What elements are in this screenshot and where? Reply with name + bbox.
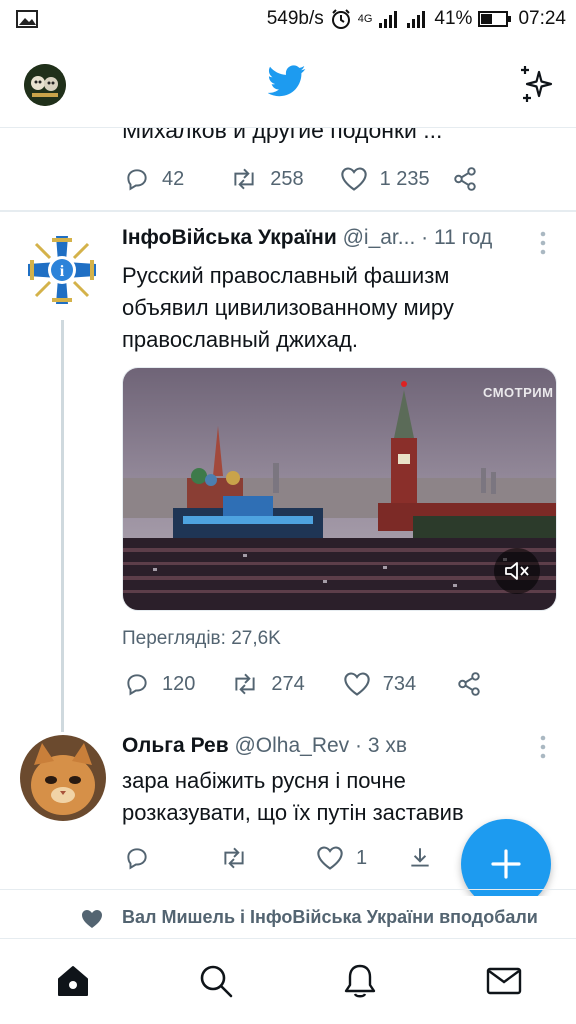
like-count: 734	[382, 672, 417, 695]
separator-dot: ·	[355, 734, 363, 757]
reply-count: 120	[162, 672, 196, 695]
retweet-icon	[224, 847, 244, 869]
retweet-count: 258	[270, 167, 304, 190]
sparkle-icon[interactable]	[517, 64, 557, 104]
tweet1-actions: 120 274 734	[124, 671, 482, 697]
tweet1-handle[interactable]: @i_ar...	[343, 226, 416, 249]
reply-icon	[127, 169, 147, 191]
tweet1-text-line-3[interactable]: православный джихад.	[122, 324, 358, 356]
plus-icon	[491, 849, 521, 879]
cat-avatar-image	[20, 735, 106, 821]
search-icon[interactable]	[196, 961, 236, 1001]
share-button[interactable]	[456, 671, 482, 697]
tweet2-header: Ольга Рев @Olha_Rev · 3 хв	[122, 734, 407, 758]
share-button[interactable]	[452, 166, 478, 192]
tweet1-time: 11 год	[433, 226, 493, 249]
tweet2-author-name[interactable]: Ольга Рев	[122, 734, 229, 757]
like-count: 1 235	[379, 167, 430, 190]
heart-icon	[340, 167, 367, 191]
retweet-icon	[235, 673, 255, 695]
battery-icon	[478, 11, 512, 27]
signal-icon-2	[407, 11, 426, 28]
tweet1-text-line-1[interactable]: Русский православный фашизм	[122, 260, 449, 292]
profile-avatar[interactable]	[24, 64, 66, 106]
more-options-icon[interactable]	[539, 734, 547, 760]
tweet2-handle[interactable]: @Olha_Rev	[234, 734, 349, 757]
heart-filled-icon	[82, 910, 102, 928]
liked-by-text: Вал Мишель і ІнфоВійська України вподоба…	[122, 907, 538, 927]
tweet1-text-line-2[interactable]: объявил цивилизованному миру	[122, 292, 454, 324]
reply-button[interactable]: 120	[124, 671, 195, 697]
reply-button[interactable]	[124, 845, 150, 871]
retweet-icon	[234, 168, 254, 190]
bottom-navigation	[0, 938, 576, 1024]
tweet1-video[interactable]	[122, 367, 557, 611]
tweet1-views: Переглядів: 27,6K	[122, 628, 281, 649]
battery-percent: 41%	[434, 8, 473, 29]
liked-by-row[interactable]: Вал Мишель і ІнфоВійська України вподоба…	[0, 896, 576, 940]
reply-icon	[127, 674, 147, 696]
share-icon	[458, 672, 480, 696]
tweet1-header: ІнфоВійська України @i_ar... · 11 год	[122, 226, 492, 250]
like-count: 1	[356, 846, 368, 869]
network-speed: 549b/s	[266, 8, 324, 29]
retweet-button[interactable]: 274	[231, 671, 305, 697]
retweet-count: 274	[271, 672, 305, 695]
status-bar: 549b/s 4G 41% 07:24	[0, 0, 576, 38]
clock: 07:24	[518, 8, 566, 29]
reply-button[interactable]: 42	[124, 166, 184, 192]
retweet-button[interactable]: 258	[230, 166, 304, 192]
tweet1-author-name[interactable]: ІнфоВійська України	[122, 226, 337, 249]
twitter-bird-icon[interactable]	[268, 65, 306, 97]
svg-text:i: i	[60, 263, 65, 280]
tweet2-text-line-2[interactable]: розказувати, що їх путін заставив	[122, 797, 464, 829]
reply-icon	[127, 848, 147, 870]
reply-count: 42	[162, 167, 185, 190]
retweet-button[interactable]	[220, 845, 248, 871]
network-type: 4G	[357, 13, 373, 25]
notifications-icon[interactable]	[340, 961, 380, 1001]
share-button[interactable]	[407, 845, 433, 871]
separator-dot: ·	[421, 226, 429, 249]
heart-icon	[344, 672, 370, 696]
section-divider	[0, 210, 576, 212]
like-button[interactable]: 1	[316, 845, 367, 871]
video-watermark: СМОТРИМ	[483, 385, 554, 400]
volume-muted-icon	[505, 562, 529, 580]
like-button[interactable]: 734	[343, 671, 416, 697]
more-options-icon[interactable]	[539, 230, 547, 256]
mute-button[interactable]	[494, 548, 540, 594]
signal-icon	[379, 11, 398, 28]
heart-icon	[317, 846, 343, 870]
olha-rev-avatar[interactable]	[20, 735, 106, 821]
image-notification-icon	[16, 10, 38, 28]
red-square-video-frame	[123, 368, 556, 610]
alarm-icon	[331, 9, 350, 29]
profile-avatar-image	[24, 64, 66, 106]
like-button[interactable]: 1 235	[340, 166, 430, 192]
thread-line	[61, 320, 64, 732]
share-icon	[453, 167, 476, 191]
app-header	[0, 38, 576, 128]
tweet-divider	[0, 889, 576, 890]
tweet2-actions: 1	[124, 845, 433, 871]
tweet2-time: 3 хв	[367, 734, 408, 757]
tweet2-text-line-1[interactable]: зара набіжить русня і почне	[122, 765, 406, 797]
infovijska-avatar[interactable]: i	[24, 232, 100, 308]
prev-tweet-actions: 42 258 1 235	[124, 166, 478, 192]
messages-icon[interactable]	[484, 961, 524, 1001]
home-icon[interactable]	[53, 961, 93, 1001]
share-download-icon	[411, 848, 429, 867]
